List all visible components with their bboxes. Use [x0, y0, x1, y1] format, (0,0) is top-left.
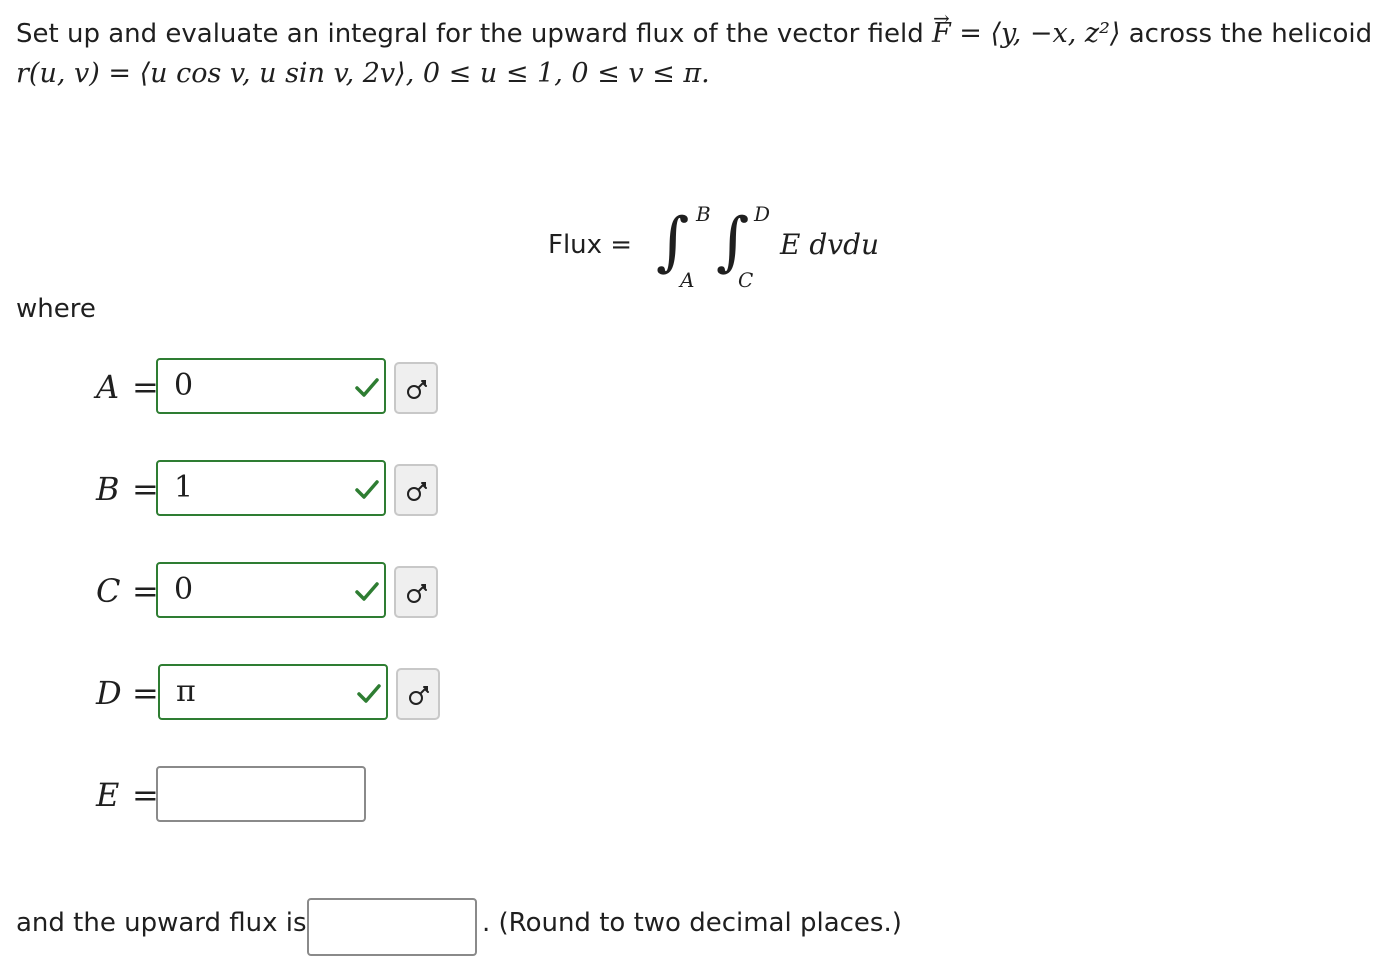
answer-value-d: π [176, 674, 196, 709]
equals-sign: = [132, 674, 159, 712]
key-icon [409, 686, 429, 705]
problem-after-field: across the helicoid [1128, 19, 1373, 49]
equals-sign: = [132, 470, 159, 508]
show-answer-key-button-c[interactable] [394, 566, 438, 618]
check-icon [355, 582, 379, 601]
answer-value-b: 1 [174, 470, 194, 505]
answer-value-c: 0 [174, 572, 194, 607]
inner-lower-limit: C [738, 268, 754, 292]
outer-upper-limit: B [696, 202, 711, 226]
problem-intro: Set up and evaluate an integral for the … [16, 19, 924, 49]
key-icon [407, 584, 427, 603]
equals-sign: = [132, 776, 159, 814]
check-icon [355, 480, 379, 499]
answer-input-b[interactable]: 1 [156, 460, 386, 516]
inner-upper-limit: D [754, 202, 771, 226]
var-label-d: D [96, 674, 122, 712]
check-icon [355, 378, 379, 397]
integrand: E dvdu [780, 228, 880, 261]
flux-answer-input[interactable] [307, 898, 477, 956]
problem-line-1: Set up and evaluate an integral for the … [16, 6, 1373, 54]
show-answer-key-button-a[interactable] [394, 362, 438, 414]
inner-integral-sign: ∫ [716, 205, 750, 279]
surface-definition: r(u, v) = ⟨u cos v, u sin v, 2v⟩, 0 ≤ u … [16, 58, 710, 89]
flux-label: Flux = [548, 230, 633, 260]
problem-statement: Set up and evaluate an integral for the … [16, 6, 1373, 94]
answer-value-a: 0 [174, 368, 194, 403]
outer-integral-sign: ∫ [656, 205, 690, 279]
field-definition: = ⟨y, −x, z²⟩ [950, 18, 1121, 49]
final-answer-label: and the upward flux is [16, 908, 307, 938]
show-answer-key-button-b[interactable] [394, 464, 438, 516]
where-label: where [16, 294, 96, 324]
answer-input-a[interactable]: 0 [156, 358, 386, 414]
key-icon [407, 482, 427, 501]
equals-sign: = [132, 368, 159, 406]
var-label-e: E [96, 776, 120, 814]
equals-sign: = [132, 572, 159, 610]
outer-lower-limit: A [680, 268, 695, 292]
var-label-a: A [96, 368, 120, 406]
check-icon [357, 684, 381, 703]
show-answer-key-button-d[interactable] [396, 668, 440, 720]
rounding-note: . (Round to two decimal places.) [482, 908, 902, 938]
var-label-b: B [96, 470, 120, 508]
answer-input-d[interactable]: π [158, 664, 388, 720]
var-label-c: C [96, 572, 121, 610]
field-symbol: → F [931, 6, 951, 49]
key-icon [407, 380, 427, 399]
answer-input-c[interactable]: 0 [156, 562, 386, 618]
answer-input-e[interactable] [156, 766, 366, 822]
